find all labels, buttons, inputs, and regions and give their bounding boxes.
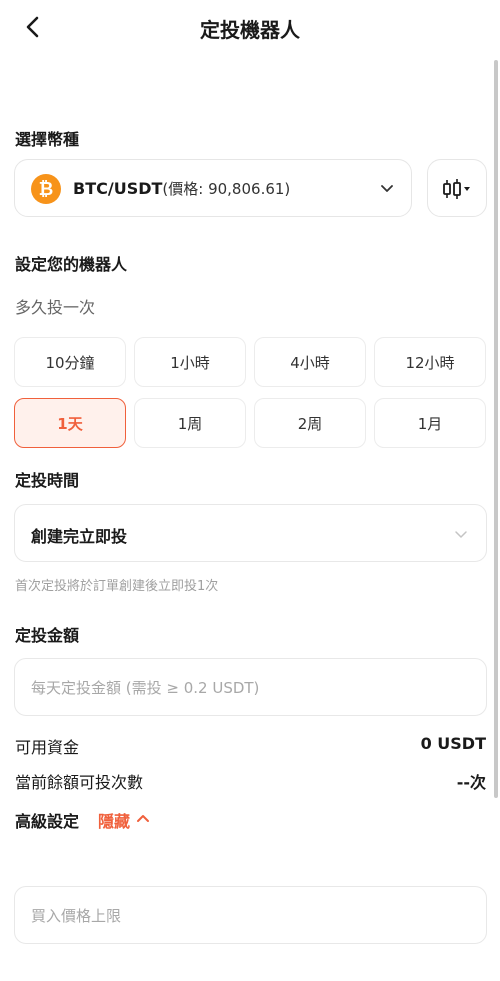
- header: 定投機器人: [0, 0, 500, 56]
- coin-price: (價格: 90,806.61): [162, 180, 291, 198]
- frequency-option-1week[interactable]: 1周: [134, 398, 246, 448]
- available-funds-label: 可用資金: [15, 738, 80, 757]
- frequency-option-1day[interactable]: 1天: [14, 398, 126, 448]
- page-title: 定投機器人: [200, 18, 300, 42]
- investment-time-hint: 首次定投將於訂單創建後立即投1次: [15, 579, 219, 594]
- coin-section-label: 選擇幣種: [15, 130, 80, 149]
- time-section-label: 定投時間: [15, 471, 80, 490]
- investment-time-value: 創建完立即投: [31, 527, 128, 546]
- advanced-toggle[interactable]: 隱藏: [98, 808, 130, 832]
- investable-count-label: 當前餘額可投次數: [15, 773, 144, 792]
- investment-time-select[interactable]: 創建完立即投: [14, 504, 487, 562]
- coin-selector[interactable]: ₿ BTC/USDT(價格: 90,806.61): [14, 159, 412, 217]
- robot-section-label: 設定您的機器人: [15, 255, 128, 274]
- frequency-label: 多久投一次: [15, 298, 96, 317]
- frequency-option-10min[interactable]: 10分鐘: [14, 337, 126, 387]
- frequency-option-4hour[interactable]: 4小時: [254, 337, 366, 387]
- scrollbar[interactable]: [494, 60, 498, 798]
- candlestick-chart-button[interactable]: [427, 159, 487, 217]
- available-funds-value: 0 USDT: [420, 734, 486, 753]
- bitcoin-icon: ₿: [31, 174, 61, 204]
- frequency-option-12hour[interactable]: 12小時: [374, 337, 486, 387]
- frequency-option-1month[interactable]: 1月: [374, 398, 486, 448]
- amount-input[interactable]: [31, 675, 461, 701]
- amount-field: [14, 658, 487, 716]
- frequency-option-2week[interactable]: 2周: [254, 398, 366, 448]
- frequency-option-1hour[interactable]: 1小時: [134, 337, 246, 387]
- dca-bot-page: 定投機器人 選擇幣種 ₿ BTC/USDT(價格: 90,806.61) 設定您…: [0, 0, 500, 981]
- max-price-field: [14, 886, 487, 944]
- coin-pair-label: BTC/USDT(價格: 90,806.61): [73, 178, 290, 199]
- investable-count-value: --次: [456, 773, 486, 792]
- amount-section-label: 定投金額: [15, 626, 80, 645]
- advanced-section-label: 高級設定: [15, 812, 80, 831]
- max-price-input[interactable]: [31, 903, 461, 929]
- coin-pair: BTC/USDT: [73, 179, 163, 198]
- chevron-up-icon[interactable]: [136, 811, 150, 825]
- chevron-down-icon: [381, 185, 393, 192]
- candlestick-icon: [443, 179, 470, 199]
- chevron-down-icon: [455, 531, 467, 538]
